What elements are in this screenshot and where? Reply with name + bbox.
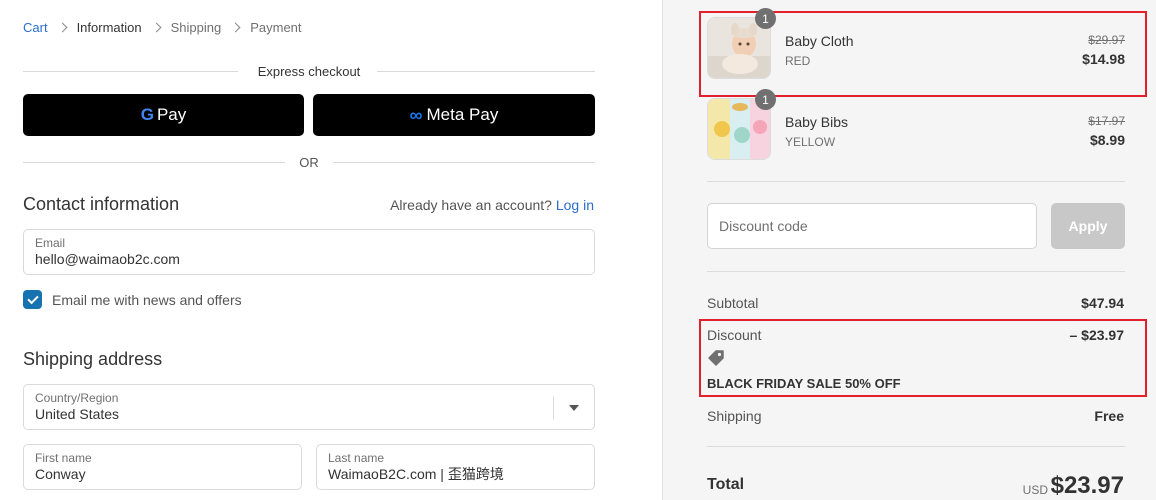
- last-name-value[interactable]: WaimaoB2C.com | 歪猫跨境: [328, 465, 583, 483]
- checkmark-icon: [26, 292, 39, 304]
- item-price: $8.99: [1089, 132, 1125, 148]
- google-pay-button[interactable]: G Pay: [23, 94, 304, 136]
- item-name: Baby Bibs: [785, 114, 849, 130]
- contact-section-title: Contact information: [23, 194, 180, 214]
- divider: [707, 271, 1125, 272]
- select-divider: [553, 397, 554, 419]
- meta-pay-button[interactable]: ∞ Meta Pay: [313, 94, 595, 136]
- line-item: 1 Baby Bibs YELLOW $17.97 $8.99: [707, 89, 1125, 160]
- express-checkout-heading: Express checkout: [23, 64, 595, 80]
- newsletter-option: Email me with news and offers: [23, 290, 242, 309]
- divider: [377, 71, 595, 72]
- subtotal-label: Subtotal: [707, 295, 759, 311]
- chevron-right-icon: [57, 22, 68, 33]
- total-label: Total: [707, 476, 745, 493]
- last-name-label: Last name: [328, 451, 385, 465]
- quantity-badge: 1: [755, 8, 776, 29]
- shipping-section-title: Shipping address: [23, 349, 163, 369]
- email-label: Email: [35, 236, 66, 250]
- breadcrumb: Cart Information Shipping Payment: [23, 20, 302, 35]
- divider: [707, 446, 1125, 447]
- first-name-label: First name: [35, 451, 92, 465]
- email-value[interactable]: hello@waimaob2c.com: [35, 250, 583, 268]
- shipping-value: Free: [1094, 408, 1124, 424]
- total-value: $23.97: [1050, 472, 1124, 499]
- meta-icon: ∞: [409, 104, 423, 125]
- divider: [333, 162, 595, 163]
- newsletter-label[interactable]: Email me with news and offers: [52, 292, 242, 308]
- discount-code-input[interactable]: [707, 203, 1037, 249]
- highlight-box: [699, 319, 1147, 397]
- divider: [707, 181, 1125, 182]
- email-field[interactable]: Email hello@waimaob2c.com: [23, 229, 595, 275]
- total-currency: USD: [1022, 483, 1048, 497]
- first-name-value[interactable]: Conway: [35, 465, 290, 483]
- checkout-main: Cart Information Shipping Payment Expres…: [0, 0, 662, 500]
- breadcrumb-cart[interactable]: Cart: [23, 20, 48, 35]
- apply-button[interactable]: Apply: [1051, 203, 1125, 249]
- google-pay-label: Pay: [156, 105, 187, 124]
- country-value: United States: [35, 406, 120, 422]
- country-label: Country/Region: [35, 391, 119, 405]
- chevron-right-icon: [230, 22, 241, 33]
- account-prompt-text: Already have an account?: [390, 197, 552, 213]
- meta-pay-label: Meta Pay: [426, 105, 499, 124]
- item-original-price: $17.97: [1088, 114, 1125, 128]
- breadcrumb-information: Information: [76, 20, 142, 35]
- breadcrumb-shipping: Shipping: [170, 20, 222, 35]
- breadcrumb-payment: Payment: [250, 20, 302, 35]
- order-summary: 1 Baby Cloth RED $29.97 $14.98 1 Baby Bi…: [662, 0, 1156, 500]
- newsletter-checkbox[interactable]: [23, 290, 42, 309]
- shipping-label: Shipping: [707, 408, 762, 424]
- chevron-right-icon: [151, 22, 162, 33]
- last-name-field[interactable]: Last name WaimaoB2C.com | 歪猫跨境: [316, 444, 595, 490]
- account-prompt: Already have an account? Log in: [390, 197, 594, 213]
- login-link[interactable]: Log in: [556, 197, 594, 213]
- or-divider: OR: [23, 155, 595, 171]
- chevron-down-icon[interactable]: [569, 405, 579, 411]
- first-name-field[interactable]: First name Conway: [23, 444, 302, 490]
- country-select[interactable]: Country/Region United States: [23, 384, 595, 430]
- google-icon: G: [140, 105, 154, 124]
- item-variant: YELLOW: [785, 135, 836, 149]
- quantity-badge: 1: [755, 89, 776, 110]
- subtotal-value: $47.94: [1081, 295, 1124, 311]
